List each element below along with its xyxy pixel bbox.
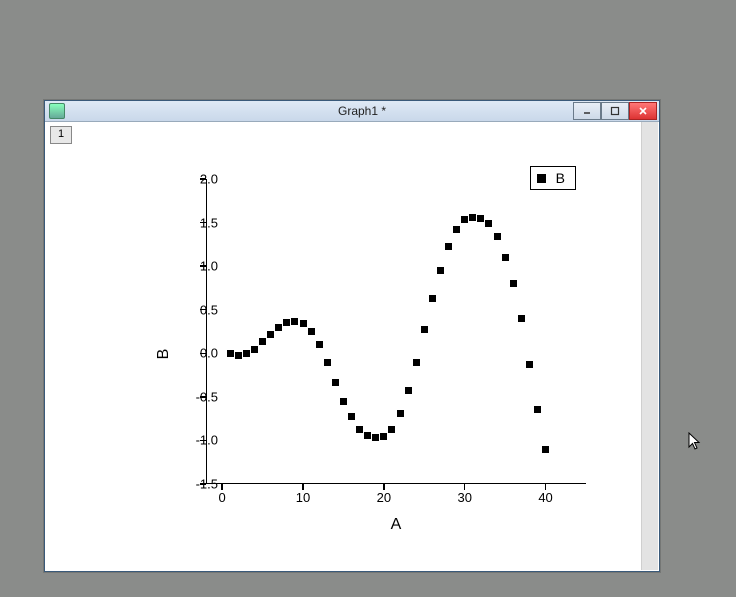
data-point [300,320,307,327]
data-point [356,426,363,433]
app-icon [49,103,65,119]
data-point [534,406,541,413]
data-point [453,226,460,233]
data-point [469,214,476,221]
data-point [332,379,339,386]
y-tick-label: 0.5 [178,302,218,317]
titlebar[interactable]: Graph1 * [45,101,659,122]
axes [206,179,586,484]
data-point [364,432,371,439]
x-axis-line [206,483,586,484]
x-tick-label: 20 [377,490,391,505]
data-point [526,361,533,368]
window-buttons [573,102,657,120]
layer-tab[interactable]: 1 [50,126,72,144]
data-point [316,341,323,348]
x-tick-label: 40 [538,490,552,505]
data-point [275,324,282,331]
data-point [502,254,509,261]
data-point [380,433,387,440]
x-tick-label: 30 [457,490,471,505]
y-tick-label: 1.5 [178,215,218,230]
data-point [324,359,331,366]
data-point [291,318,298,325]
maximize-button[interactable] [601,102,629,120]
y-tick-label: -1.5 [178,477,218,492]
data-point [518,315,525,322]
data-point [308,328,315,335]
data-point [340,398,347,405]
data-point [283,319,290,326]
y-tick-label: 1.0 [178,259,218,274]
y-tick-label: 0.0 [178,346,218,361]
data-point [461,216,468,223]
data-point [348,413,355,420]
cursor-icon [688,432,702,457]
data-point [227,350,234,357]
data-point [437,267,444,274]
y-tick-label: -0.5 [178,389,218,404]
data-point [477,215,484,222]
close-button[interactable] [629,102,657,120]
y-axis-label: B [155,349,173,360]
plot-area[interactable]: B B A -1.5-1.0-0.50.00.51.01.52.00102030… [136,164,606,544]
data-point [267,331,274,338]
x-tick-label: 0 [219,490,226,505]
data-point [251,346,258,353]
x-tick-label: 10 [296,490,310,505]
data-point [494,233,501,240]
data-point [405,387,412,394]
data-point [372,434,379,441]
data-point [421,326,428,333]
data-point [243,350,250,357]
data-point [397,410,404,417]
data-point [445,243,452,250]
data-point [542,446,549,453]
client-area: 1 B B A -1.5-1.0-0.50.00.51.01.52.001020… [46,122,658,570]
data-point [429,295,436,302]
data-point [413,359,420,366]
minimize-button[interactable] [573,102,601,120]
vertical-scrollbar[interactable] [641,122,658,570]
data-point [388,426,395,433]
data-point [259,338,266,345]
y-tick-label: -1.0 [178,433,218,448]
graph-window: Graph1 * 1 B B A - [44,100,660,572]
data-point [235,352,242,359]
data-point [510,280,517,287]
window-title: Graph1 * [65,104,659,118]
x-axis-label: A [391,516,402,534]
data-point [485,220,492,227]
y-tick-label: 2.0 [178,172,218,187]
